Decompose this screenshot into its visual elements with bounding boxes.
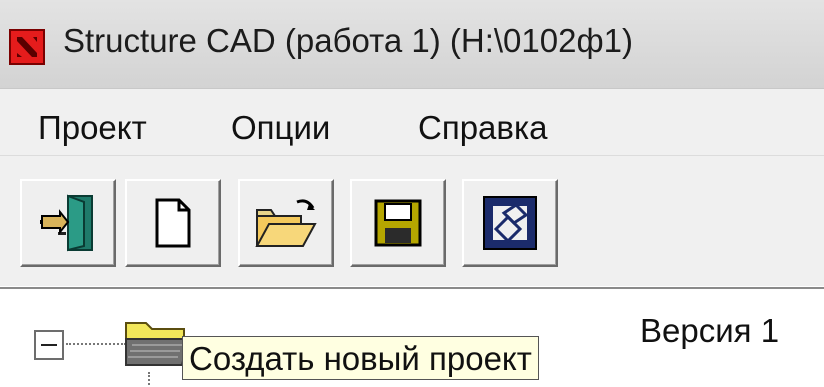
tree-collapse-toggle[interactable] xyxy=(34,330,64,360)
new-project-tooltip: Создать новый проект xyxy=(182,336,539,380)
title-bar[interactable]: Structure CAD (работа 1) (H:\0102ф1) xyxy=(0,0,824,89)
tree-connector xyxy=(66,343,126,345)
model-view-button[interactable] xyxy=(462,179,558,267)
menu-project[interactable]: Проект xyxy=(38,109,147,147)
folder-icon[interactable] xyxy=(124,315,190,372)
new-project-button[interactable] xyxy=(125,179,221,267)
open-folder-icon xyxy=(255,199,317,247)
model-view-icon xyxy=(483,196,537,250)
exit-door-icon xyxy=(40,194,93,252)
tree-vertical-connector xyxy=(148,372,150,385)
tree-root-label[interactable]: Версия 1 xyxy=(640,312,779,350)
menu-help[interactable]: Справка xyxy=(418,109,547,147)
save-project-button[interactable] xyxy=(350,179,446,267)
menu-options[interactable]: Опции xyxy=(231,109,330,147)
save-floppy-icon xyxy=(374,199,422,247)
exit-button[interactable] xyxy=(20,179,116,267)
window-title: Structure CAD (работа 1) (H:\0102ф1) xyxy=(63,22,633,59)
structure-cad-app-icon[interactable] xyxy=(9,29,45,65)
new-document-icon xyxy=(155,198,191,248)
open-project-button[interactable] xyxy=(238,179,334,267)
